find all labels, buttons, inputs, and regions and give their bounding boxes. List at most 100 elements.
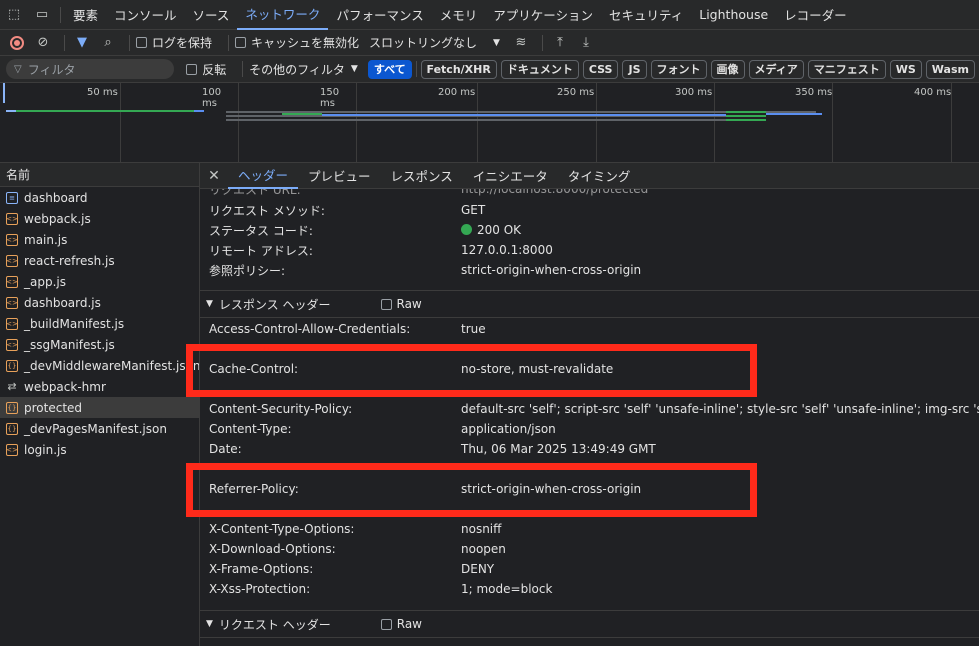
chip-ws[interactable]: WS: [889, 59, 922, 79]
timeline-tick: 350 ms: [795, 83, 833, 163]
timeline-overview[interactable]: 50 ms 100 ms 150 ms 200 ms 250 ms 300 ms…: [0, 83, 979, 163]
request-name: webpack-hmr: [24, 379, 106, 394]
request-row[interactable]: <> webpack.js: [0, 208, 199, 229]
request-name: webpack.js: [24, 211, 91, 226]
filter-input[interactable]: ▽ フィルタ: [6, 59, 175, 79]
chip-manifest[interactable]: マニフェスト: [807, 59, 886, 79]
header-key: Content-Type:: [209, 422, 292, 436]
import-har-icon[interactable]: ⤒: [549, 32, 571, 54]
timeline-bar: [282, 113, 322, 115]
highlight-box-referrer-policy: [186, 463, 757, 517]
request-row[interactable]: <> _buildManifest.js: [0, 313, 199, 334]
request-row[interactable]: ⇄ webpack-hmr: [0, 376, 199, 397]
request-row-selected[interactable]: {} protected: [0, 397, 199, 418]
checkbox-icon: [186, 63, 198, 75]
search-icon[interactable]: ⌕: [97, 32, 119, 54]
filter-icon[interactable]: ▼: [71, 32, 93, 54]
raw-checkbox[interactable]: [380, 298, 392, 310]
request-row[interactable]: {} _devPagesManifest.json: [0, 418, 199, 439]
script-icon: <>: [6, 338, 18, 351]
timeline-bar: [726, 115, 766, 117]
request-row[interactable]: <> _ssgManifest.js: [0, 334, 199, 355]
request-row[interactable]: <> react-refresh.js: [0, 250, 199, 271]
response-headers-section[interactable]: ▼ レスポンス ヘッダー Raw: [200, 290, 979, 318]
chip-all[interactable]: すべて: [367, 59, 412, 79]
chip-js[interactable]: JS: [622, 59, 647, 79]
tab-network[interactable]: ネットワーク: [237, 0, 329, 30]
close-icon[interactable]: ✕: [200, 168, 228, 184]
response-header-row: Content-Type: application/json: [200, 419, 979, 439]
chip-image[interactable]: 画像: [710, 59, 745, 79]
request-row[interactable]: <> dashboard.js: [0, 292, 199, 313]
timeline-tick: 250 ms: [557, 83, 597, 163]
chip-font[interactable]: フォント: [650, 59, 707, 79]
request-row[interactable]: {} _devMiddlewareManifest.json: [0, 355, 199, 376]
expand-triangle-icon: ▼: [206, 619, 213, 629]
export-har-icon[interactable]: ⤓: [575, 32, 597, 54]
tab-preview[interactable]: プレビュー: [298, 163, 381, 189]
disable-cache-checkbox[interactable]: キャッシュを無効化: [235, 34, 359, 51]
script-icon: <>: [6, 296, 18, 309]
tab-response[interactable]: レスポンス: [381, 163, 463, 189]
throttling-select[interactable]: スロットリングなし ▼: [369, 34, 500, 51]
filter-bar: ▽ フィルタ 反転 その他のフィルタ ▼ すべて Fetch/XHR ドキュメント …: [0, 56, 979, 83]
header-value: nosniff: [461, 522, 502, 536]
request-name: dashboard.js: [24, 295, 101, 310]
response-header-row: X-Content-Type-Options: nosniff: [200, 519, 979, 539]
raw-checkbox[interactable]: [380, 618, 392, 630]
tick-label: 100 ms: [202, 87, 222, 109]
timeline-marker: [3, 83, 5, 103]
divider: [415, 61, 417, 77]
request-name: protected: [24, 400, 83, 415]
tab-headers[interactable]: ヘッダー: [228, 163, 299, 189]
preserve-log-label: ログを保持: [152, 36, 213, 50]
tab-initiator[interactable]: イニシエータ: [463, 163, 558, 189]
tab-sources[interactable]: ソース: [185, 0, 238, 30]
chip-wasm[interactable]: Wasm: [925, 59, 975, 79]
general-row: 参照ポリシー: strict-origin-when-cross-origin: [200, 260, 979, 280]
clear-icon[interactable]: ⊘: [32, 32, 54, 54]
request-row[interactable]: ≡ dashboard: [0, 187, 199, 208]
timeline-bar: [322, 114, 726, 116]
json-icon: {}: [6, 401, 18, 414]
request-row[interactable]: <> login.js: [0, 439, 199, 460]
filter-icon: ▽: [14, 63, 22, 75]
timeline-bar: [194, 110, 204, 112]
request-headers-section[interactable]: ▼ リクエスト ヘッダー Raw: [200, 610, 979, 638]
divider: [541, 34, 543, 51]
chip-document[interactable]: ドキュメント: [500, 59, 579, 79]
record-icon[interactable]: [6, 32, 28, 54]
device-toolbar-icon[interactable]: ▭: [28, 0, 56, 30]
chip-fetch-xhr[interactable]: Fetch/XHR: [420, 59, 497, 79]
tab-recorder[interactable]: レコーダー: [776, 0, 855, 30]
tab-security[interactable]: セキュリティ: [601, 0, 691, 30]
more-filters-dropdown[interactable]: その他のフィルタ ▼: [249, 61, 358, 78]
json-icon: {}: [6, 359, 18, 372]
timeline-tick: 100 ms: [202, 83, 239, 163]
request-name: _app.js: [24, 274, 66, 289]
tab-timing[interactable]: タイミング: [558, 163, 641, 189]
header-value: application/json: [461, 422, 556, 436]
divider: [242, 61, 244, 77]
header-key: ステータス コード:: [209, 223, 313, 238]
inspect-element-icon[interactable]: ⬚: [0, 0, 28, 30]
chip-css[interactable]: CSS: [582, 59, 619, 79]
invert-checkbox[interactable]: 反転: [186, 61, 226, 78]
tab-lighthouse[interactable]: Lighthouse: [691, 0, 776, 30]
timeline-tick: 400 ms: [914, 83, 952, 163]
tab-console[interactable]: コンソール: [106, 0, 185, 30]
chip-media[interactable]: メディア: [748, 59, 804, 79]
tab-memory[interactable]: メモリ: [432, 0, 486, 30]
header-value: 127.0.0.1:8000: [461, 243, 553, 257]
preserve-log-checkbox[interactable]: ログを保持: [136, 34, 212, 51]
header-value: Thu, 06 Mar 2025 13:49:49 GMT: [461, 442, 656, 456]
divider: [228, 34, 230, 51]
tab-elements[interactable]: 要素: [65, 0, 106, 30]
tab-application[interactable]: アプリケーション: [485, 0, 601, 30]
network-conditions-icon[interactable]: ≋: [510, 32, 532, 54]
name-column-header[interactable]: 名前: [0, 163, 199, 187]
tab-performance[interactable]: パフォーマンス: [328, 0, 431, 30]
disable-cache-label: キャッシュを無効化: [251, 36, 360, 50]
request-row[interactable]: <> _app.js: [0, 271, 199, 292]
request-row[interactable]: <> main.js: [0, 229, 199, 250]
